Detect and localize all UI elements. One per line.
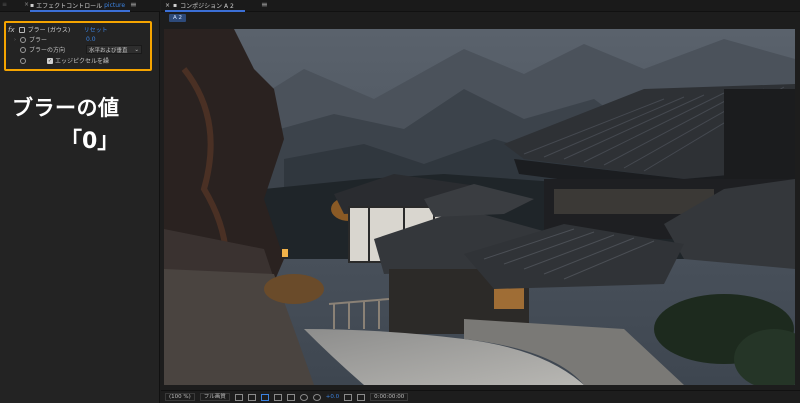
edge-pixels-row: ✓ エッジピクセルを繰 [14,56,154,65]
region-icon[interactable] [247,393,256,401]
show-snapshot-icon[interactable] [357,393,366,401]
blur-direction-select[interactable]: 水平および垂直 ⌄ [86,45,142,54]
tab-composition[interactable]: × ▪ コンポジション A 2 [165,1,245,12]
effect-controls-tabbar: ≡ × ▪ エフェクトコントロール picture ≡ [0,0,160,12]
lock-icon[interactable]: ▪ [173,2,177,9]
stopwatch-icon[interactable] [20,36,26,43]
annotation-zero: 「0」 [60,129,120,154]
effect-header-row: fx ブラー (ガウス) リセット [8,25,148,35]
blur-direction-value: 水平および垂直 [89,47,128,54]
hamburger-icon[interactable]: ≡ [130,0,137,9]
checkbox-check-icon: ✓ [47,57,53,64]
effect-name[interactable]: ブラー (ガウス) [28,25,84,34]
exposure-value[interactable]: +0.0 [326,394,339,400]
blur-direction-row: ブラーの方向 水平および垂直 ⌄ [14,45,154,54]
annotation-blur-value: ブラーの値 [12,96,120,120]
blur-value[interactable]: 0.0 [86,36,96,43]
reset-link[interactable]: リセット [84,25,108,34]
blur-direction-label: ブラーの方向 [29,47,66,54]
edge-pixels-label: エッジピクセルを繰 [55,58,110,65]
blur-property-row: › ブラー 0.0 [14,35,154,44]
edge-pixels-checkbox[interactable]: ✓ エッジピクセルを繰 [47,56,109,65]
effect-controls-panel: ≡ × ▪ エフェクトコントロール picture ≡ fx ブラー (ガウス)… [0,0,160,403]
composition-viewer[interactable] [164,29,795,385]
stopwatch-icon[interactable] [20,57,26,64]
resolution-select[interactable]: フル画質 [199,393,230,401]
chevron-down-icon: ⌄ [134,46,139,53]
timecode-field[interactable]: 0:00:00:00 [370,393,409,401]
viewer-image [164,29,795,385]
guides-icon[interactable] [286,393,295,401]
exposure-reset-icon[interactable] [312,393,321,401]
close-icon[interactable]: × [24,1,29,8]
composition-tabbar: × ▪ コンポジション A 2 ≡ [161,0,800,12]
gaussian-blur-effect-highlight: fx ブラー (ガウス) リセット › ブラー 0.0 ブラーの方向 水平および… [4,21,152,71]
zoom-select[interactable]: (100 %) [165,393,195,401]
camera-icon[interactable] [344,393,353,401]
effect-icon [18,26,25,33]
tab-effect-controls[interactable]: ▪ エフェクトコントロール picture [30,1,130,12]
transparency-grid-icon[interactable] [260,393,269,401]
fx-toggle[interactable]: fx [8,26,15,34]
grid-icon[interactable] [234,393,243,401]
hamburger-icon[interactable]: ≡ [261,0,268,9]
color-channel-icon[interactable] [299,393,308,401]
close-icon[interactable]: × [165,2,170,9]
collapsed-tab-stub[interactable]: ≡ [2,1,7,8]
tab-effect-controls-comp: picture [104,2,126,9]
tab-composition-title: コンポジション A 2 [180,3,234,10]
mask-icon[interactable] [273,393,282,401]
composition-breadcrumb: A 2 [161,12,800,24]
composition-chip[interactable]: A 2 [169,14,187,22]
lock-icon[interactable]: ▪ [30,2,34,9]
stopwatch-icon[interactable] [20,46,26,53]
viewer-bottom-bar: (100 %) フル画質 +0.0 0:00:00:00 [161,390,800,403]
tab-effect-controls-title: エフェクトコントロール [36,3,103,10]
blur-label: ブラー [29,37,48,44]
